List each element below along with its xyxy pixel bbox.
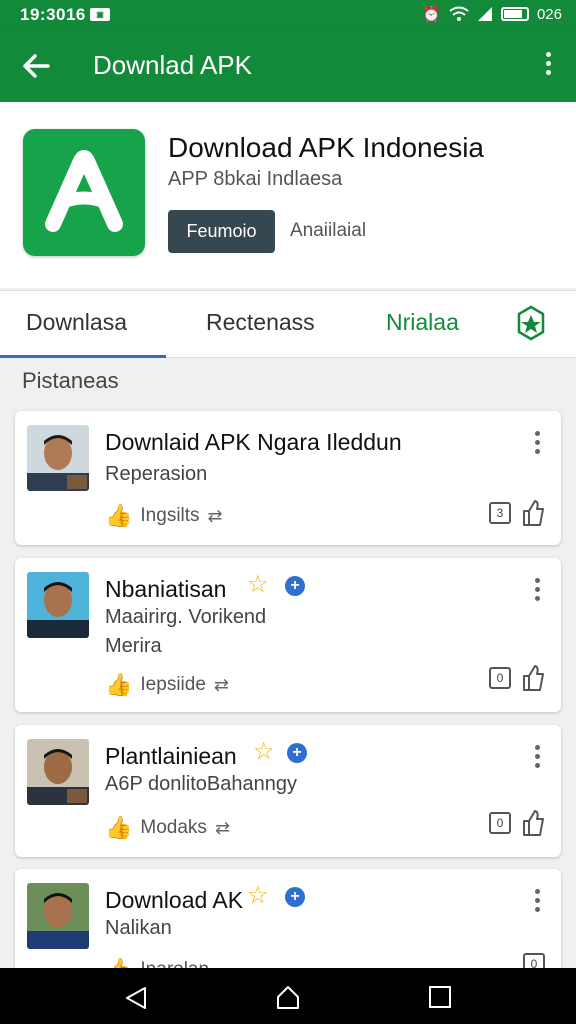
availability-text: Anaiilaial <box>290 220 367 241</box>
star-icon: ☆ <box>253 738 275 765</box>
star-icon: ☆ <box>247 571 269 598</box>
item-subtitle: A6P donlitoBahanngy <box>105 773 298 795</box>
list-item[interactable]: Downlaid APK Ngara Ileddun Reperasion 👍 … <box>15 411 561 545</box>
primary-action-button[interactable]: Feumoio <box>168 210 275 253</box>
tab-recent[interactable]: Rectenass <box>206 309 315 336</box>
item-menu-icon[interactable] <box>535 578 541 605</box>
share-icon: ⇄ <box>213 674 229 695</box>
list-item[interactable]: Nbaniatisan ☆ + Maairirg. Vorikend Merir… <box>15 558 561 712</box>
item-title-text: Nbaniatisan <box>105 576 227 602</box>
add-icon[interactable]: + <box>285 887 305 907</box>
item-menu-icon[interactable] <box>535 431 541 458</box>
avatar <box>27 739 89 805</box>
share-icon: ⇄ <box>214 817 231 838</box>
back-arrow-icon[interactable] <box>20 50 52 82</box>
tab-downloads[interactable]: Downlasa <box>26 309 127 336</box>
appbar-title: Downlad APK <box>93 50 252 80</box>
avatar <box>27 883 89 949</box>
item-title: Downlaid APK Ngara Ileddun <box>105 429 402 455</box>
item-subtitle: Nalikan <box>105 917 172 939</box>
app-subtitle: APP 8bkai Indlaesa <box>168 168 343 190</box>
app-bar: Downlad APK <box>0 30 576 102</box>
active-tab-indicator <box>0 355 166 358</box>
list-item[interactable]: Plantlainiean ☆ + A6P donlitoBahanngy 👍 … <box>15 725 561 857</box>
notification-icon: ▣ <box>90 8 110 21</box>
avatar <box>27 572 89 638</box>
tab-bar: Downlasa Rectenass Nrialaa <box>0 290 576 358</box>
item-title: Nbaniatisan <box>105 576 226 603</box>
share-icon: ⇄ <box>207 505 223 526</box>
system-nav-bar <box>0 968 576 1024</box>
star-icon: ☆ <box>247 882 269 909</box>
thumbs-up-outline-icon[interactable] <box>521 664 545 692</box>
item-title: Plantlainiean <box>105 743 237 769</box>
nav-recents-icon[interactable] <box>428 985 452 1009</box>
nav-home-icon[interactable] <box>275 984 301 1010</box>
like-label: Modaks <box>140 817 207 838</box>
wifi-icon <box>449 6 469 21</box>
app-name: Download APK Indonesia <box>168 132 484 163</box>
like-label: Iepsiide <box>140 674 206 695</box>
avatar <box>27 425 89 491</box>
comment-count[interactable]: 0 <box>489 667 511 689</box>
battery-icon <box>500 7 529 21</box>
item-title: Download AK <box>105 887 244 913</box>
section-title: Pistaneas <box>22 368 119 393</box>
item-subtitle: Reperasion <box>105 463 208 485</box>
thumbs-up-icon: 👍 <box>105 503 133 528</box>
nav-back-icon[interactable] <box>123 985 149 1011</box>
thumbs-up-icon: 👍 <box>105 672 133 697</box>
app-logo-icon <box>23 129 145 256</box>
badge-icon[interactable] <box>516 305 546 341</box>
item-menu-icon[interactable] <box>535 889 541 916</box>
item-menu-icon[interactable] <box>535 745 541 772</box>
battery-text: 026 <box>536 5 562 23</box>
status-icons: ⏰ 026 <box>422 5 562 24</box>
tab-rating[interactable]: Nrialaa <box>386 309 459 336</box>
comment-count[interactable]: 0 <box>489 812 511 834</box>
item-subtitle: Maairirg. Vorikend <box>105 606 267 628</box>
like-action[interactable]: 👍 Modaks ⇄ <box>105 815 230 841</box>
app-header: Download APK Indonesia APP 8bkai Indlaes… <box>0 102 576 288</box>
thumbs-up-outline-icon[interactable] <box>521 809 545 837</box>
like-label: Ingsilts <box>140 505 200 526</box>
comment-count[interactable]: 3 <box>489 502 511 524</box>
status-bar: 19:3016 ▣ ⏰ 026 <box>0 0 576 30</box>
add-icon[interactable]: + <box>285 576 305 596</box>
add-icon[interactable]: + <box>287 743 307 763</box>
signal-icon <box>477 7 492 21</box>
item-meta: Merira <box>105 635 162 657</box>
like-action[interactable]: 👍 Ingsilts ⇄ <box>105 503 223 529</box>
status-time: 19:3016 <box>20 5 86 24</box>
like-action[interactable]: 👍 Iepsiide ⇄ <box>105 672 229 698</box>
more-options-icon[interactable] <box>538 52 558 82</box>
thumbs-up-icon: 👍 <box>105 815 133 840</box>
thumbs-up-outline-icon[interactable] <box>521 499 545 527</box>
alarm-icon: ⏰ <box>422 6 441 23</box>
